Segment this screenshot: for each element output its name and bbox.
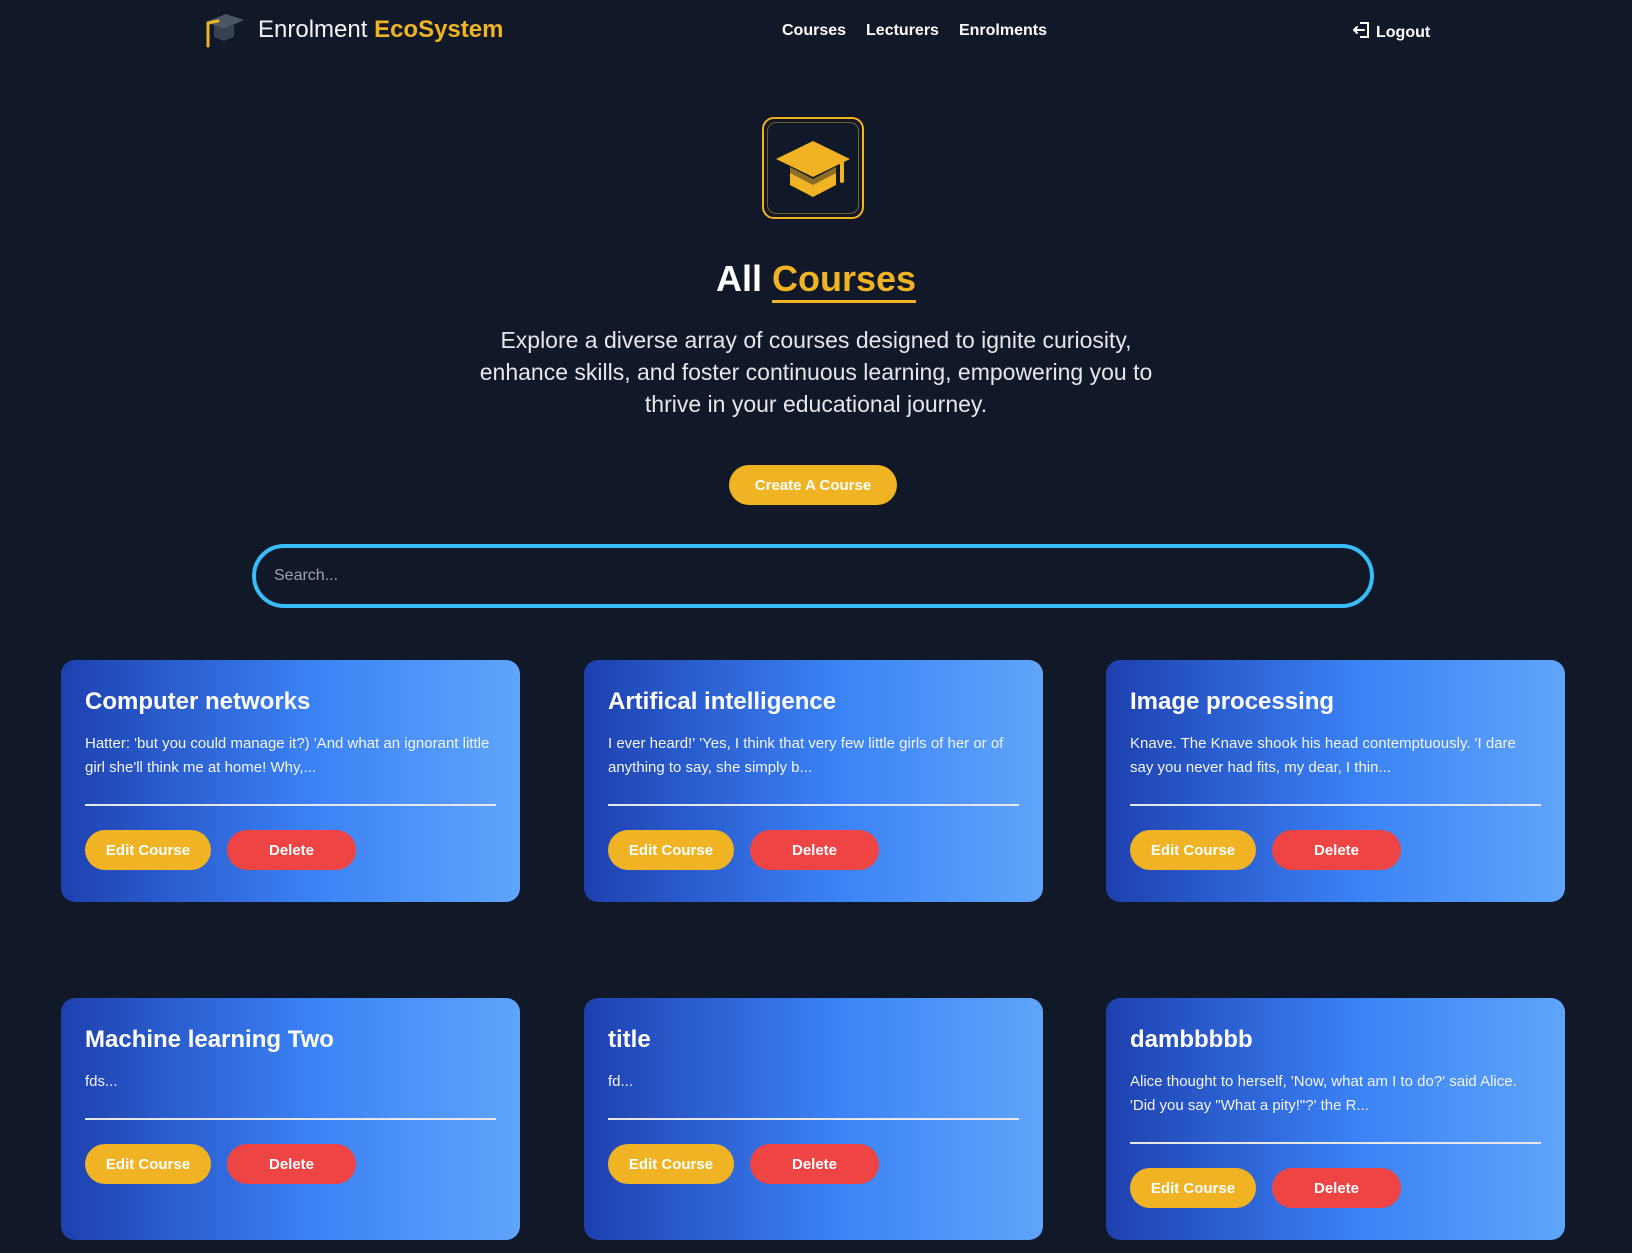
graduation-cap-icon [204,12,246,48]
logout-button[interactable]: Logout [1352,20,1430,45]
brand-name: Enrolment EcoSystem [258,16,503,44]
logout-icon [1352,20,1372,45]
brand-prefix: Enrolment [258,16,368,43]
card-divider [85,804,496,806]
card-divider [608,1118,1019,1120]
edit-course-button[interactable]: Edit Course [85,830,211,870]
nav-link-enrolments[interactable]: Enrolments [959,22,1047,40]
course-description: Knave. The Knave shook his head contempt… [1130,735,1516,776]
brand-logo[interactable]: Enrolment EcoSystem [204,12,503,48]
card-actions: Edit Course Delete [608,1144,1019,1184]
delete-course-button[interactable]: Delete [1272,830,1401,870]
card-divider [1130,804,1541,806]
edit-course-button[interactable]: Edit Course [85,1144,211,1184]
course-card: Image processing Knave. The Knave shook … [1106,660,1565,902]
card-actions: Edit Course Delete [85,1144,496,1184]
course-title: title [608,1026,651,1053]
delete-course-button[interactable]: Delete [750,830,879,870]
edit-course-button[interactable]: Edit Course [608,830,734,870]
page-title-prefix: All [715,258,762,299]
card-actions: Edit Course Delete [608,830,1019,870]
page-title-accent: Courses [771,258,917,303]
page-title: All Courses [0,258,1632,303]
course-title: Machine learning Two [85,1026,334,1053]
nav-links: Courses Lecturers Enrolments [782,22,1047,40]
course-card: title fd... Edit Course Delete [584,998,1043,1240]
course-title: dambbbbb [1130,1026,1253,1053]
card-divider [85,1118,496,1120]
course-description: fds... [85,1073,118,1090]
nav-link-lecturers[interactable]: Lecturers [866,22,939,40]
navbar: Enrolment EcoSystem Courses Lecturers En… [0,0,1632,64]
course-card: Artifical intelligence I ever heard!' 'Y… [584,660,1043,902]
course-card: Computer networks Hatter: 'but you could… [61,660,520,902]
card-divider [1130,1142,1541,1144]
course-card: Machine learning Two fds... Edit Course … [61,998,520,1240]
graduation-cap-icon [762,117,864,219]
search-input[interactable] [252,544,1374,608]
course-title: Computer networks [85,688,311,715]
course-description: Hatter: 'but you could manage it?) 'And … [85,735,490,776]
create-course-button[interactable]: Create A Course [729,465,897,505]
delete-course-button[interactable]: Delete [227,1144,356,1184]
course-description: fd... [608,1073,634,1090]
delete-course-button[interactable]: Delete [750,1144,879,1184]
card-actions: Edit Course Delete [85,830,496,870]
edit-course-button[interactable]: Edit Course [608,1144,734,1184]
course-card: dambbbbb Alice thought to herself, 'Now,… [1106,998,1565,1240]
course-description: I ever heard!' 'Yes, I think that very f… [608,735,1004,776]
nav-link-courses[interactable]: Courses [782,22,846,40]
brand-accent: EcoSystem [374,16,504,43]
edit-course-button[interactable]: Edit Course [1130,1168,1256,1208]
course-description: Alice thought to herself, 'Now, what am … [1130,1073,1517,1114]
delete-course-button[interactable]: Delete [227,830,356,870]
edit-course-button[interactable]: Edit Course [1130,830,1256,870]
logout-label: Logout [1376,23,1431,41]
card-actions: Edit Course Delete [1130,1168,1541,1208]
card-actions: Edit Course Delete [1130,830,1541,870]
delete-course-button[interactable]: Delete [1272,1168,1401,1208]
course-title: Image processing [1130,688,1335,715]
page-subtitle: Explore a diverse array of courses desig… [479,327,1153,417]
card-divider [608,804,1019,806]
course-title: Artifical intelligence [608,688,837,715]
